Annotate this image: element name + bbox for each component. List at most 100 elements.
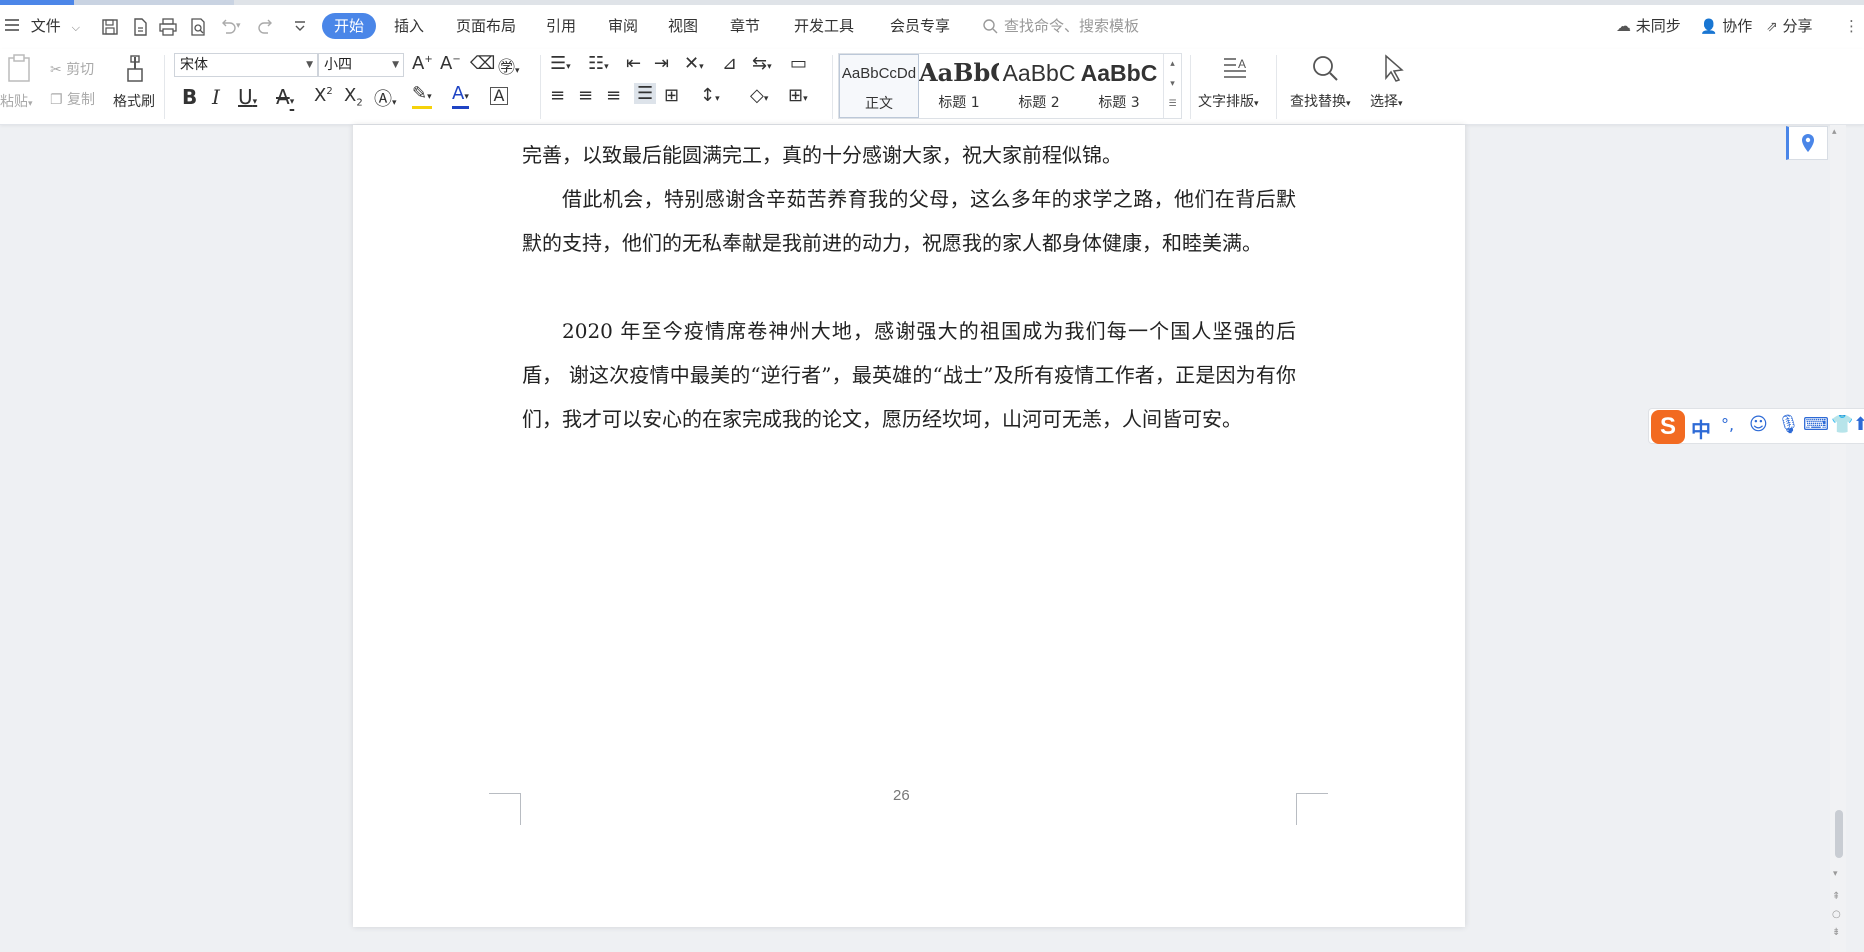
styles-gallery: AaBbCcDd 正文 AaBbC 标题 1 AaBbC 标题 2 AaBbC … [838, 53, 1182, 119]
increase-font-icon[interactable]: A+ [412, 53, 433, 74]
increase-indent-icon[interactable]: ⇥ [654, 53, 669, 74]
print-preview-icon[interactable] [188, 17, 208, 37]
collaborate-button[interactable]: 👤 协作 [1700, 13, 1752, 39]
command-search[interactable]: 查找命令、搜索模板 [982, 13, 1139, 39]
paragraph[interactable]: 借此机会，特别感谢含辛茹苦养育我的父母，这么多年的求学之路，他们在背后默默的支持… [522, 177, 1296, 265]
punctuation-icon[interactable]: °, [1721, 415, 1734, 434]
cursor-arrow-icon[interactable] [1380, 53, 1408, 83]
navigation-pin-button[interactable] [1786, 126, 1828, 160]
tab-review[interactable]: 审阅 [608, 13, 638, 39]
tab-developer[interactable]: 开发工具 [794, 13, 854, 39]
tab-view[interactable]: 视图 [668, 13, 698, 39]
next-page-icon[interactable]: ⇟ [1832, 927, 1840, 938]
select-browse-object-icon[interactable]: ○ [1832, 909, 1841, 920]
redo-icon[interactable] [256, 17, 276, 37]
style-name: 标题 3 [1098, 95, 1140, 111]
tab-references[interactable]: 引用 [546, 13, 576, 39]
style-heading-2[interactable]: AaBbC 标题 2 [999, 54, 1079, 118]
print-icon[interactable] [158, 17, 178, 37]
undo-dropdown-icon[interactable]: ▾ [236, 21, 256, 41]
document-page[interactable]: 完善，以致最后能圆满完工，真的十分感谢大家，祝大家前程似锦。 借此机会，特别感谢… [353, 125, 1465, 927]
copy-label: 复制 [67, 92, 96, 108]
toolbox-icon[interactable]: ⬆ [1853, 414, 1864, 435]
copy-button[interactable]: ❐ 复制 [50, 89, 95, 109]
bold-icon[interactable]: B [182, 85, 197, 109]
customize-toolbar-icon[interactable] [290, 17, 310, 37]
emoji-icon[interactable]: ☺ [1749, 414, 1768, 435]
text-layout-button[interactable]: 文字排版▾ [1198, 91, 1259, 111]
style-normal[interactable]: AaBbCcDd 正文 [839, 54, 919, 118]
margin-corner-mark [1296, 793, 1328, 825]
text-layout-icon[interactable]: A [1220, 53, 1250, 83]
ime-mode-toggle[interactable]: 中 [1691, 414, 1711, 443]
align-center-icon[interactable]: ≡ [578, 85, 593, 106]
line-spacing-icon[interactable]: ↕▾ [700, 85, 720, 106]
text-direction-icon[interactable]: ⊿ [722, 53, 737, 74]
phonetic-guide-icon[interactable]: ㊫▾ [498, 53, 520, 78]
skin-icon[interactable]: 👕 [1831, 414, 1853, 435]
file-menu[interactable]: 文件 ⌵ [4, 13, 80, 39]
sort-icon[interactable]: ⇆▾ [752, 53, 772, 74]
sync-status-button[interactable]: ☁ 未同步 [1616, 13, 1681, 39]
cut-button[interactable]: ✂ 剪切 [50, 59, 94, 79]
styles-scroll[interactable]: ▴ ▾ ☰ [1163, 54, 1181, 118]
select-button[interactable]: 选择▾ [1370, 91, 1403, 111]
decrease-font-icon[interactable]: A− [440, 53, 461, 74]
prev-page-icon[interactable]: ⇞ [1832, 891, 1840, 902]
style-preview: AaBbC [1080, 60, 1158, 86]
numbered-list-icon[interactable]: ☷▾ [588, 53, 609, 74]
subscript-icon[interactable]: X2 [344, 85, 363, 109]
align-left-icon[interactable]: ≡ [550, 85, 565, 106]
style-heading-1[interactable]: AaBbC 标题 1 [919, 54, 999, 118]
more-options-icon[interactable]: ⋮ [1844, 13, 1859, 39]
italic-icon[interactable]: I [212, 85, 220, 109]
magnifier-icon[interactable] [1310, 53, 1340, 83]
highlight-icon[interactable]: ✎▾ [412, 85, 432, 109]
find-replace-button[interactable]: 查找替换▾ [1290, 91, 1351, 111]
distributed-align-icon[interactable]: ⊞ [664, 85, 679, 106]
underline-icon[interactable]: U▾ [238, 85, 257, 109]
shading-icon[interactable]: ◇▾ [750, 85, 768, 106]
tab-member[interactable]: 会员专享 [890, 13, 950, 39]
text-effect-icon[interactable]: Ⓐ▾ [374, 85, 397, 111]
superscript-icon[interactable]: X2 [314, 85, 333, 106]
paragraph[interactable]: 完善，以致最后能圆满完工，真的十分感谢大家，祝大家前程似锦。 [522, 133, 1296, 177]
font-name-select[interactable]: 宋体 ▼ [174, 53, 318, 77]
export-pdf-icon[interactable] [130, 17, 150, 37]
find-replace-label: 查找替换 [1290, 94, 1346, 110]
tab-page-layout[interactable]: 页面布局 [456, 13, 516, 39]
paste-label: 粘贴 [0, 94, 28, 110]
strikethrough-icon[interactable]: A▾ [276, 85, 294, 109]
chinese-layout-icon[interactable]: ✕▾ [684, 53, 704, 74]
font-size-select[interactable]: 小四 ▼ [318, 53, 404, 77]
clipboard-icon[interactable] [6, 53, 32, 83]
tab-home[interactable]: 开始 [322, 13, 377, 39]
paste-button[interactable]: 粘贴▾ [0, 91, 33, 111]
microphone-icon[interactable]: 🎙 [1777, 414, 1800, 435]
char-border-icon[interactable]: A [490, 87, 508, 105]
font-color-icon[interactable]: A▾ [452, 85, 469, 109]
ruler-icon[interactable]: ▭ [790, 53, 807, 74]
divider [832, 55, 833, 119]
tab-chapter[interactable]: 章节 [730, 13, 760, 39]
ime-logo[interactable]: S [1651, 410, 1685, 444]
undo-icon[interactable] [218, 17, 238, 37]
save-icon[interactable] [100, 17, 120, 37]
style-heading-3[interactable]: AaBbC 标题 3 [1079, 54, 1159, 118]
format-painter-icon[interactable] [122, 55, 148, 83]
share-button[interactable]: ⇗ 分享 [1766, 13, 1813, 39]
justify-icon[interactable]: ☰ [634, 83, 657, 104]
keyboard-icon[interactable]: ⌨ [1803, 414, 1829, 435]
format-painter-label[interactable]: 格式刷 [113, 91, 155, 111]
bullet-list-icon[interactable]: ☰▾ [550, 53, 571, 74]
paragraph[interactable]: 2020 年至今疫情席卷神州大地，感谢强大的祖国成为我们每一个国人坚强的后盾， … [522, 309, 1296, 441]
scrollbar-thumb[interactable] [1835, 810, 1843, 858]
scroll-down-arrow[interactable]: ▾ [1833, 869, 1838, 879]
clear-format-icon[interactable]: ⌫ [470, 53, 495, 74]
align-right-icon[interactable]: ≡ [606, 85, 621, 106]
borders-icon[interactable]: ⊞▾ [788, 85, 808, 106]
tab-insert[interactable]: 插入 [394, 13, 424, 39]
decrease-indent-icon[interactable]: ⇤ [626, 53, 641, 74]
scroll-up-arrow[interactable]: ▴ [1832, 127, 1837, 137]
hamburger-icon [4, 14, 20, 40]
